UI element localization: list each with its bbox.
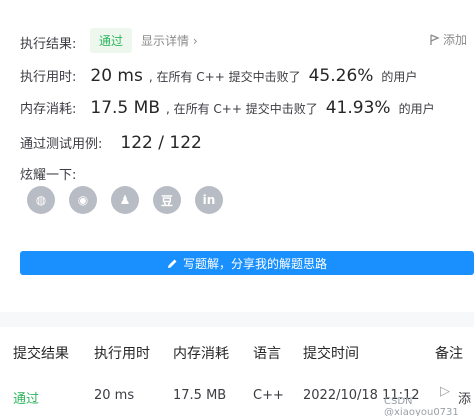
header-time: 提交时间 [303, 346, 359, 362]
linkedin-icon[interactable]: in [195, 186, 223, 214]
runtime-percent: 45.26% [308, 66, 374, 86]
header-result: 提交结果 [13, 346, 69, 362]
douban-icon[interactable]: 豆 [153, 186, 181, 214]
wechat-icon[interactable]: ◍ [27, 186, 55, 214]
add-note-label: 添加 [443, 33, 468, 47]
watermark: CSDN @xiaoyou0731 [384, 396, 459, 416]
header-language: 语言 [253, 346, 281, 362]
header-memory: 内存消耗 [173, 346, 229, 362]
add-note-button[interactable]: 添加 [430, 31, 467, 48]
chevron-right-icon: › [192, 34, 198, 48]
runtime-label: 执行用时: [20, 70, 77, 85]
result-row: 执行结果: [20, 33, 76, 52]
share-label: 炫耀一下: [20, 168, 77, 183]
row-memory: 17.5 MB [173, 388, 227, 403]
header-runtime: 执行用时 [94, 346, 150, 362]
memory-value: 17.5 MB [90, 98, 160, 118]
header-note: 备注 [435, 346, 463, 362]
memory-row: 内存消耗: 17.5 MB , 在所有 C++ 提交中击败了 41.93% 的用… [20, 98, 435, 118]
result-label: 执行结果: [20, 37, 77, 52]
share-row: 炫耀一下: [20, 164, 76, 183]
qq-icon[interactable]: ♟ [111, 186, 139, 214]
show-details-label: 显示详情 [141, 34, 190, 48]
pencil-icon [167, 259, 177, 268]
testcases-label: 通过测试用例: [20, 137, 103, 152]
flag-icon [430, 33, 440, 45]
status-badge: 通过 [90, 28, 133, 53]
row-status-link[interactable]: 通过 [13, 388, 39, 407]
testcases-row: 通过测试用例: 122 / 122 [20, 133, 202, 153]
testcases-value: 122 / 122 [120, 133, 202, 153]
runtime-beat-suffix: 的用户 [381, 70, 418, 84]
write-solution-label: 写题解，分享我的解题思路 [182, 256, 327, 271]
runtime-beat-prefix: , 在所有 C++ 提交中击败了 [148, 70, 301, 84]
runtime-row: 执行用时: 20 ms , 在所有 C++ 提交中击败了 45.26% 的用户 [20, 66, 417, 86]
submission-result-card: 执行结果: 通过 显示详情 › 添加 执行用时: 20 ms , 在所有 C++… [0, 0, 474, 312]
write-solution-button[interactable]: 写题解，分享我的解题思路 [20, 251, 474, 275]
memory-beat-suffix: 的用户 [398, 102, 435, 116]
weibo-icon[interactable]: ◉ [69, 186, 97, 214]
show-details-link[interactable]: 显示详情 › [141, 32, 198, 49]
share-icons: ◍ ◉ ♟ 豆 in [27, 186, 223, 214]
runtime-value: 20 ms [90, 66, 143, 86]
memory-label: 内存消耗: [20, 102, 77, 117]
memory-beat-prefix: , 在所有 C++ 提交中击败了 [165, 102, 318, 116]
row-runtime: 20 ms [94, 388, 135, 403]
row-language: C++ [253, 388, 284, 403]
memory-percent: 41.93% [325, 98, 391, 118]
